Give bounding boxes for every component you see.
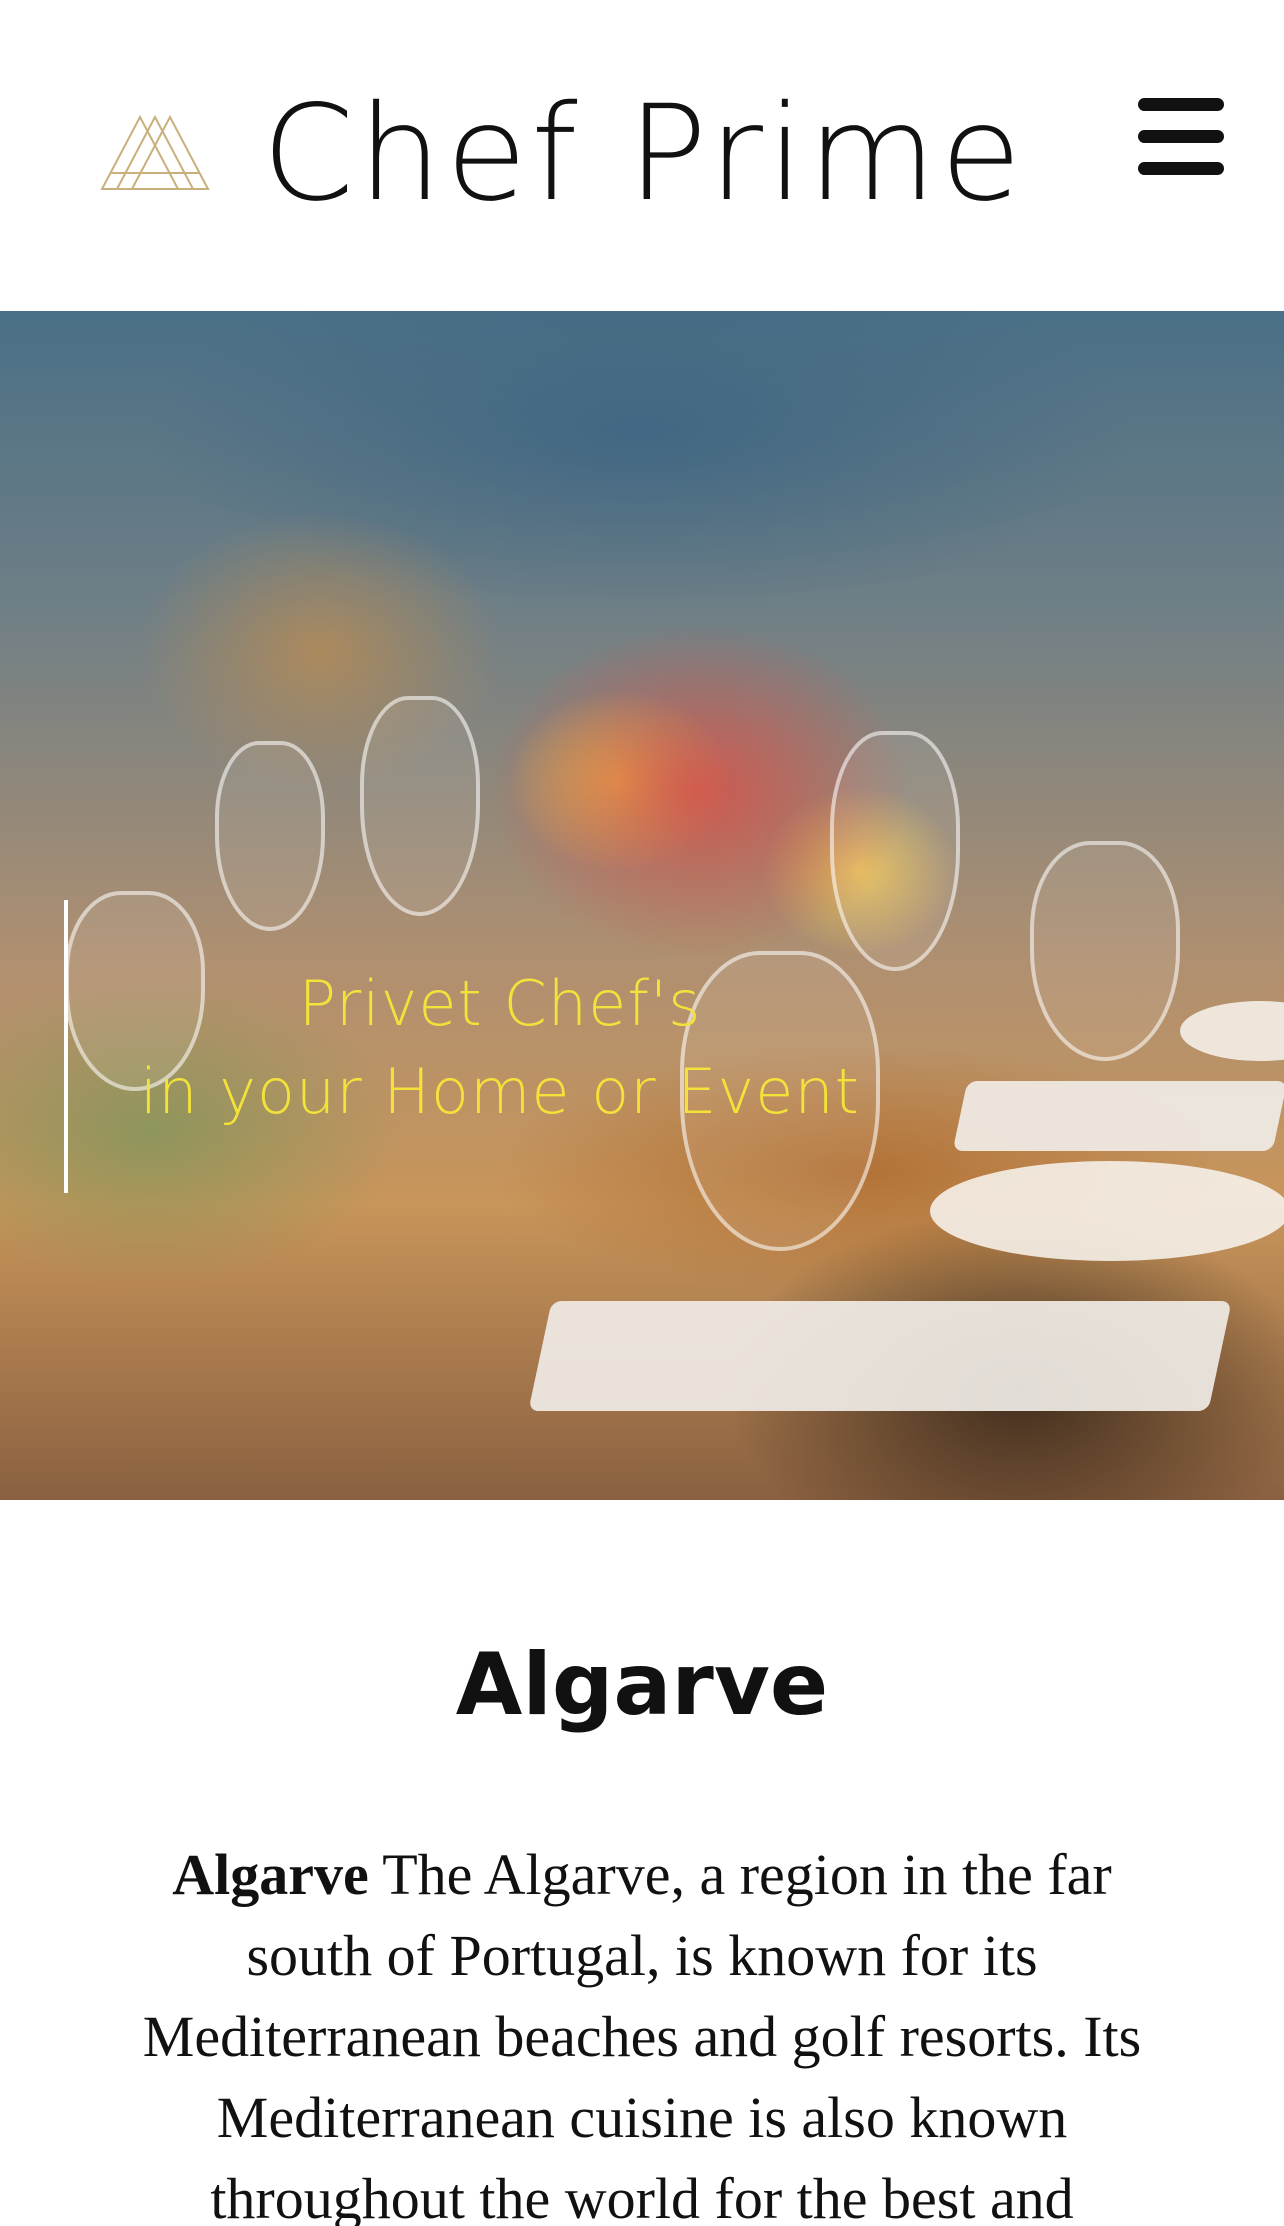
hero-tagline-line2: in your Home or Event — [140, 1055, 860, 1128]
hero-tagline: Privet Chef's in your Home or Event — [120, 960, 880, 1136]
hero-accent-line — [64, 900, 68, 1193]
brand-title[interactable]: Chef Prime — [262, 74, 1026, 234]
wine-glass — [1030, 841, 1180, 1061]
napkin — [528, 1301, 1232, 1411]
site-header: Chef Prime — [0, 0, 1284, 311]
page: Chef Prime Privet Chef's in your Home or… — [0, 0, 1284, 2226]
menu-bar-middle — [1138, 130, 1224, 143]
hamburger-menu-icon[interactable] — [1138, 98, 1224, 176]
hero-banner — [0, 311, 1284, 1500]
body-lead-word: Algarve — [172, 1842, 369, 1907]
wine-glass — [830, 731, 960, 971]
section-title: Algarve — [455, 1635, 829, 1735]
triangle-lines-logo-icon[interactable] — [100, 115, 210, 191]
plate — [930, 1161, 1284, 1261]
plate — [1180, 1001, 1284, 1061]
hero-tagline-line1: Privet Chef's — [298, 967, 702, 1040]
menu-bar-bottom — [1138, 162, 1224, 175]
wine-glass — [360, 696, 480, 916]
menu-bar-top — [1138, 98, 1224, 111]
wine-glass — [215, 741, 325, 931]
section-body: Algarve The Algarve, a region in the far… — [110, 1834, 1174, 2226]
napkin — [952, 1081, 1284, 1151]
